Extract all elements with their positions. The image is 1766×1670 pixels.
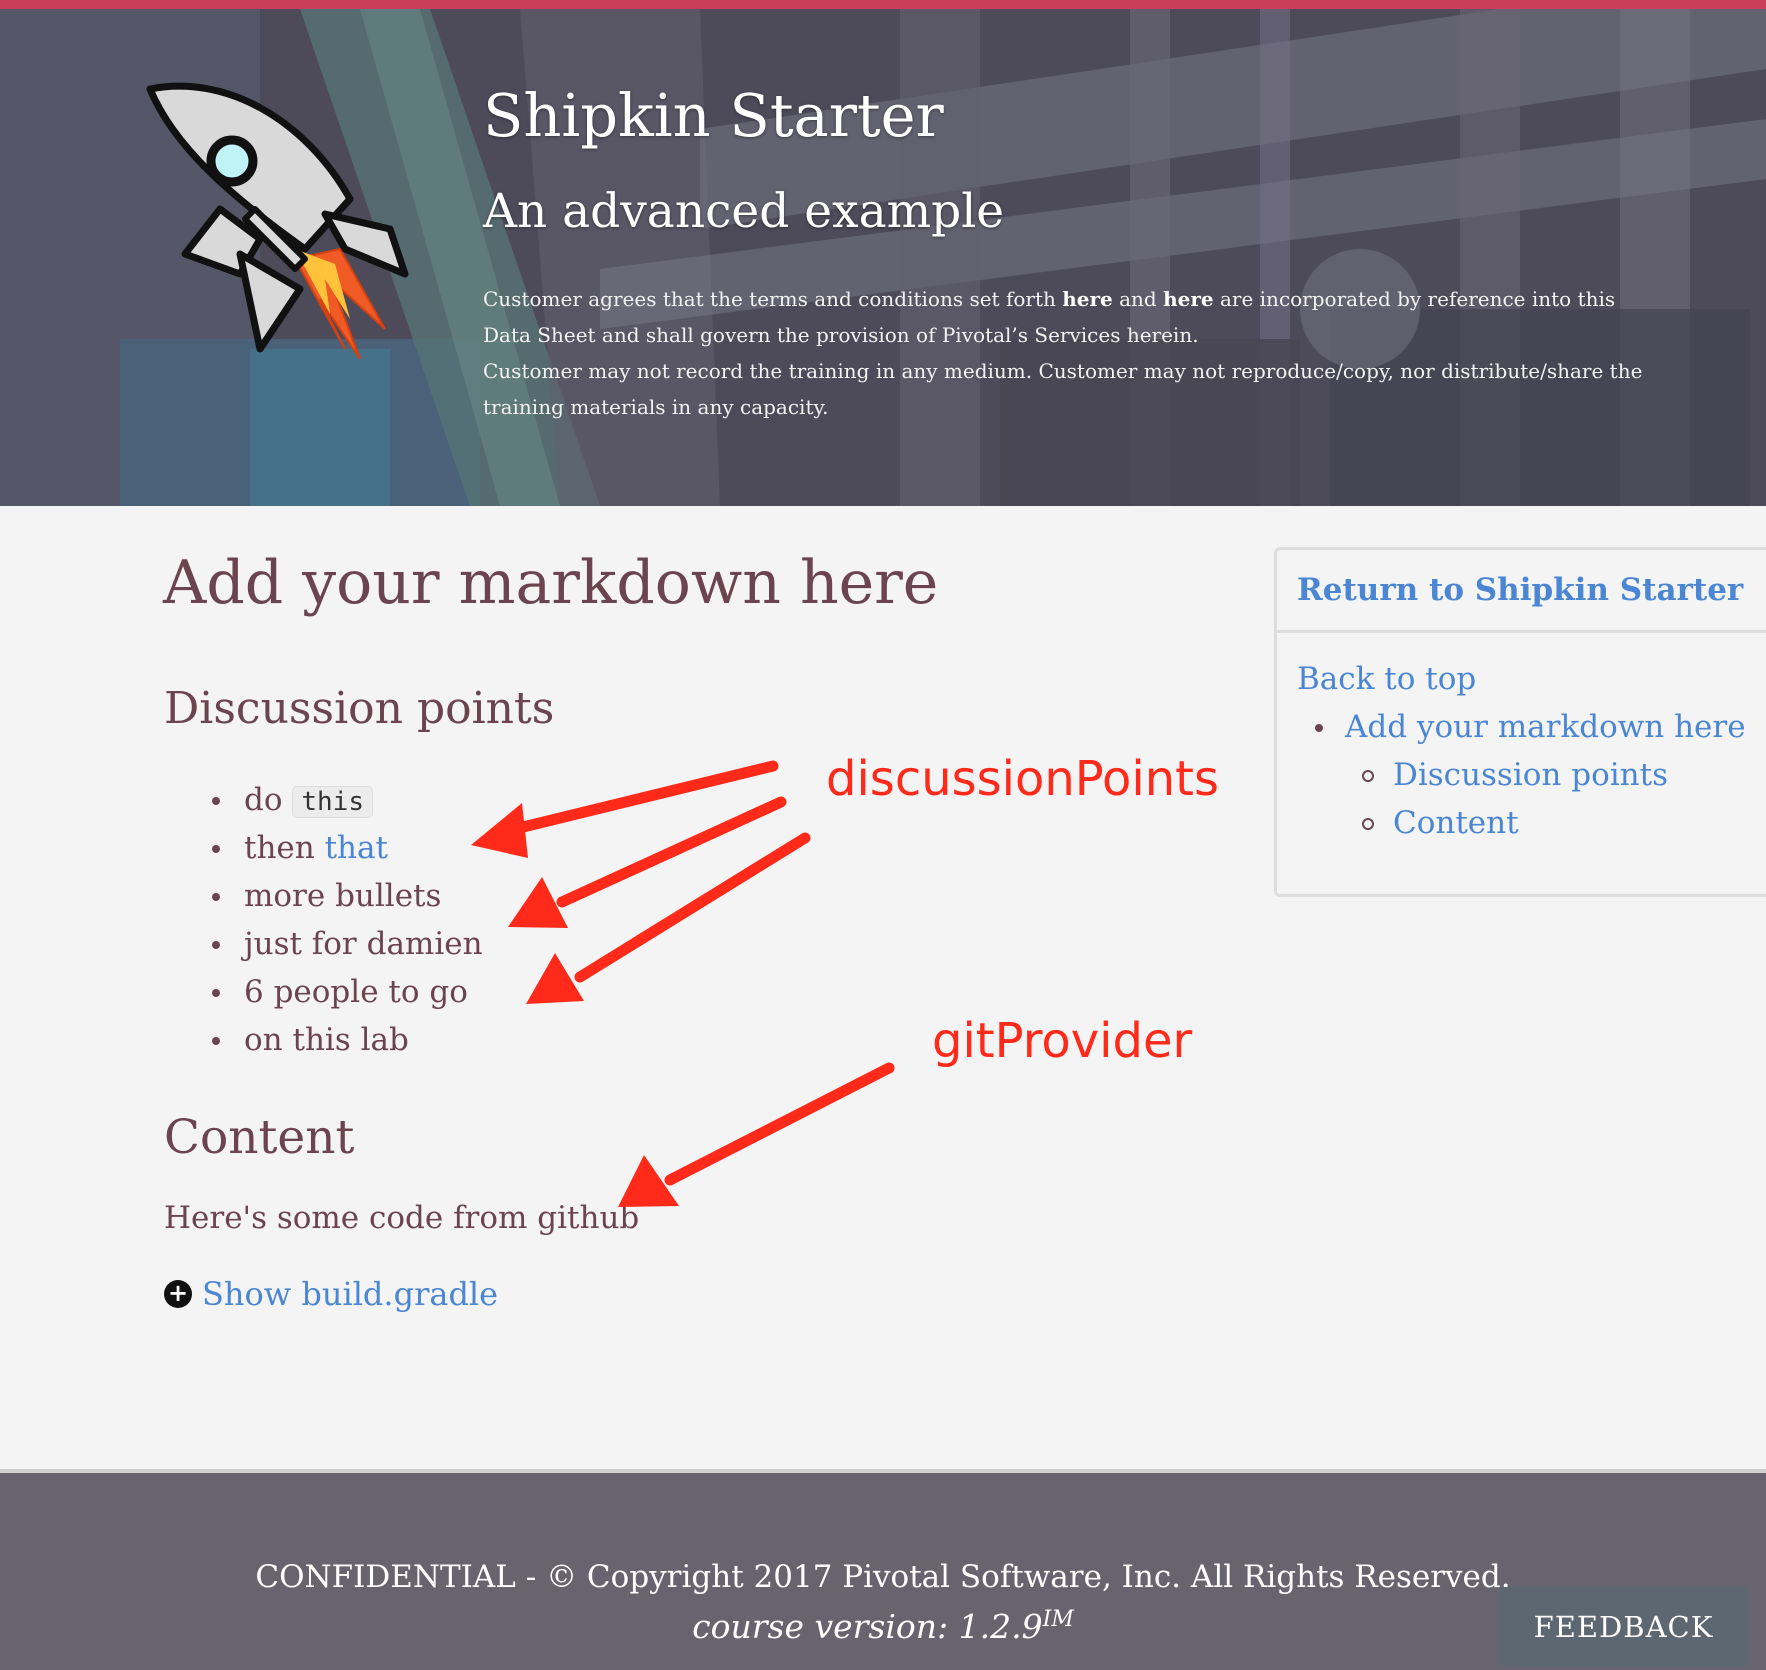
that-link[interactable]: that bbox=[325, 830, 388, 866]
back-to-top-link[interactable]: Back to top bbox=[1297, 655, 1766, 703]
discussion-heading: Discussion points bbox=[164, 683, 555, 734]
annotation-git-provider: gitProvider bbox=[932, 1013, 1193, 1069]
plus-circle-icon[interactable]: + bbox=[164, 1280, 192, 1308]
table-of-contents: Return to Shipkin Starter Back to top Ad… bbox=[1274, 547, 1766, 897]
terms-link-2[interactable]: here bbox=[1163, 287, 1214, 311]
terms-text: Customer agrees that the terms and condi… bbox=[483, 281, 1643, 425]
course-title: Shipkin Starter bbox=[483, 81, 944, 150]
arrowhead bbox=[526, 953, 584, 1004]
training-restriction-text: Customer may not record the training in … bbox=[483, 359, 1643, 419]
toc-link-add-your-markdown[interactable]: Add your markdown here bbox=[1345, 703, 1766, 751]
terms-text-part1: Customer agrees that the terms and condi… bbox=[483, 287, 1063, 311]
course-subtitle: An advanced example bbox=[483, 184, 1005, 239]
return-to-course-link[interactable]: Return to Shipkin Starter bbox=[1297, 572, 1743, 608]
feedback-button[interactable]: FEEDBACK bbox=[1499, 1587, 1748, 1666]
toc-header: Return to Shipkin Starter bbox=[1277, 550, 1766, 633]
toc-link-content[interactable]: Content bbox=[1393, 799, 1766, 847]
toc-subitem: Discussion points bbox=[1362, 751, 1766, 799]
show-build-gradle-link[interactable]: Show build.gradle bbox=[202, 1275, 498, 1313]
content-heading: Content bbox=[164, 1110, 355, 1165]
list-item: do this bbox=[212, 776, 483, 824]
list-item: then that bbox=[212, 824, 483, 872]
discussion-list: do this then that more bullets just for … bbox=[212, 776, 483, 1064]
toc-list: Add your markdown here Discussion points… bbox=[1297, 703, 1766, 847]
list-item-text: do bbox=[244, 782, 293, 818]
list-item: 6 people to go bbox=[212, 968, 483, 1016]
arrow-to-6-people bbox=[574, 832, 811, 983]
arrow-to-then-that bbox=[509, 760, 779, 835]
terms-link-1[interactable]: here bbox=[1062, 287, 1113, 311]
hero-banner: Shipkin Starter An advanced example Cust… bbox=[0, 9, 1766, 506]
rocket-icon bbox=[146, 82, 409, 360]
list-item: on this lab bbox=[212, 1016, 483, 1064]
list-item: just for damien bbox=[212, 920, 483, 968]
top-accent-stripe bbox=[0, 0, 1766, 9]
toc-item: Add your markdown here Discussion points… bbox=[1315, 703, 1766, 847]
arrowhead bbox=[508, 877, 568, 928]
toc-link-discussion-points[interactable]: Discussion points bbox=[1393, 751, 1766, 799]
inline-code: this bbox=[292, 786, 373, 818]
list-item: more bullets bbox=[212, 872, 483, 920]
annotation-discussion-points: discussionPoints bbox=[826, 751, 1219, 807]
toc-body: Back to top Add your markdown here Discu… bbox=[1277, 633, 1766, 847]
terms-text-part2: and bbox=[1112, 287, 1164, 311]
toc-subitem: Content bbox=[1362, 799, 1766, 847]
page-title: Add your markdown here bbox=[163, 548, 939, 618]
show-build-gradle-toggle[interactable]: + Show build.gradle bbox=[164, 1272, 498, 1316]
arrow-to-more-bullets bbox=[556, 796, 787, 908]
course-version-text: course version: 1.2.9 bbox=[692, 1607, 1043, 1646]
content-text: Here's some code from github bbox=[164, 1200, 640, 1236]
arrow-to-github-text bbox=[664, 1062, 895, 1186]
list-item-text: then bbox=[244, 830, 325, 866]
toc-sublist: Discussion points Content bbox=[1345, 751, 1766, 847]
course-version-suffix: IM bbox=[1042, 1607, 1074, 1632]
